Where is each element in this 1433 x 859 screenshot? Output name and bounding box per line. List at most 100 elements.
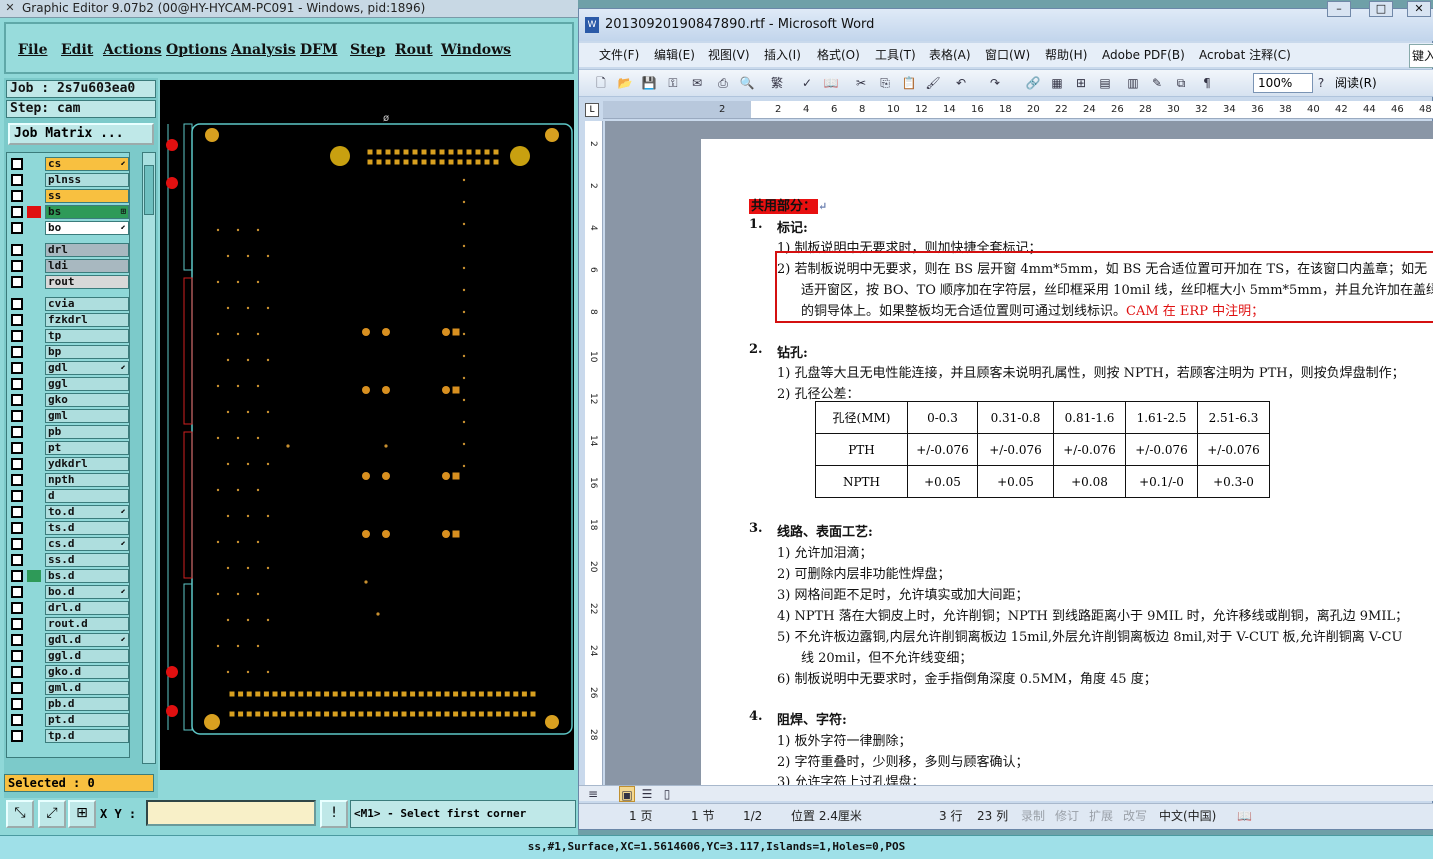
- layer-name[interactable]: bs ⊞: [45, 205, 129, 219]
- layer-checkbox[interactable]: [11, 346, 23, 358]
- layer-name[interactable]: gko: [45, 393, 129, 407]
- zoom-select[interactable]: 100%: [1253, 73, 1313, 93]
- wmenu-edit[interactable]: 编辑(E): [654, 44, 695, 66]
- layer-row[interactable]: gdl.d ⬋: [9, 633, 129, 648]
- layer-name[interactable]: cs.d ⬋: [45, 537, 129, 551]
- menu-actions[interactable]: Actions: [103, 42, 162, 58]
- layer-name[interactable]: pb.d: [45, 697, 129, 711]
- layer-row[interactable]: bp: [9, 345, 129, 360]
- undo-icon[interactable]: ↶: [953, 75, 969, 91]
- layer-row[interactable]: pb.d: [9, 697, 129, 712]
- minimize-icon[interactable]: –: [1327, 1, 1351, 17]
- print-icon[interactable]: ⎙: [715, 75, 731, 91]
- layer-row[interactable]: gko: [9, 393, 129, 408]
- layer-row[interactable]: ldi: [9, 259, 129, 274]
- columns-icon[interactable]: ▥: [1125, 75, 1141, 91]
- layer-checkbox[interactable]: [11, 730, 23, 742]
- layer-checkbox[interactable]: [11, 276, 23, 288]
- layer-name[interactable]: cvia: [45, 297, 129, 311]
- menu-rout[interactable]: Rout: [395, 42, 433, 58]
- wmenu-help[interactable]: 帮助(H): [1045, 44, 1087, 66]
- wmenu-view[interactable]: 视图(V): [708, 44, 750, 66]
- grid-tool-icon[interactable]: ⊞: [68, 800, 96, 828]
- drawing-icon[interactable]: ✎: [1149, 75, 1165, 91]
- wmenu-tools[interactable]: 工具(T): [875, 44, 916, 66]
- layer-name[interactable]: cs ⬋: [45, 157, 129, 171]
- research-icon[interactable]: 📖: [823, 75, 839, 91]
- layer-name[interactable]: fzkdrl: [45, 313, 129, 327]
- layer-checkbox[interactable]: [11, 458, 23, 470]
- layer-name[interactable]: gko.d: [45, 665, 129, 679]
- layer-name[interactable]: ggl.d: [45, 649, 129, 663]
- layer-checkbox[interactable]: [11, 634, 23, 646]
- layer-checkbox[interactable]: [11, 650, 23, 662]
- read-button[interactable]: 阅读(R): [1335, 74, 1377, 92]
- layer-checkbox[interactable]: [11, 522, 23, 534]
- print-layout-icon[interactable]: ▣: [619, 786, 635, 802]
- layer-checkbox[interactable]: [11, 506, 23, 518]
- zoom-tool-icon[interactable]: ⤡: [6, 800, 34, 828]
- layer-name[interactable]: bo ⬋: [45, 221, 129, 235]
- layer-checkbox[interactable]: [11, 682, 23, 694]
- layer-checkbox[interactable]: [11, 698, 23, 710]
- wmenu-insert[interactable]: 插入(I): [764, 44, 801, 66]
- layer-checkbox[interactable]: [11, 666, 23, 678]
- save-icon[interactable]: 💾: [641, 75, 657, 91]
- format-painter-icon[interactable]: 🖌: [925, 75, 941, 91]
- normal-view-icon[interactable]: ≡: [585, 786, 601, 802]
- layer-row[interactable]: rout.d: [9, 617, 129, 632]
- layer-row[interactable]: gml.d: [9, 681, 129, 696]
- layer-row[interactable]: ts.d: [9, 521, 129, 536]
- layer-name[interactable]: gml: [45, 409, 129, 423]
- menu-edit[interactable]: Edit: [61, 42, 93, 58]
- trad-chinese-icon[interactable]: 繁: [769, 75, 785, 91]
- layer-checkbox[interactable]: [11, 260, 23, 272]
- wmenu-adobe-pdf[interactable]: Adobe PDF(B): [1102, 44, 1185, 66]
- layer-checkbox[interactable]: [11, 714, 23, 726]
- layer-checkbox[interactable]: [11, 190, 23, 202]
- tab-selector[interactable]: L: [585, 103, 599, 117]
- layer-row[interactable]: ss: [9, 189, 129, 204]
- layer-checkbox[interactable]: [11, 206, 23, 218]
- layer-name[interactable]: to.d ⬋: [45, 505, 129, 519]
- preview-icon[interactable]: 🔍: [739, 75, 755, 91]
- layer-checkbox[interactable]: [11, 174, 23, 186]
- layer-row[interactable]: gml: [9, 409, 129, 424]
- layer-name[interactable]: drl.d: [45, 601, 129, 615]
- layer-checkbox[interactable]: [11, 362, 23, 374]
- copy-icon[interactable]: ⎘: [877, 75, 893, 91]
- wmenu-file[interactable]: 文件(F): [599, 44, 639, 66]
- layer-name[interactable]: gdl.d ⬋: [45, 633, 129, 647]
- layer-name[interactable]: ldi: [45, 259, 129, 273]
- layer-row[interactable]: bs.d: [9, 569, 129, 584]
- layer-row[interactable]: cvia: [9, 297, 129, 312]
- layer-name[interactable]: ts.d: [45, 521, 129, 535]
- reading-view-icon[interactable]: ▯: [659, 786, 675, 802]
- layer-checkbox[interactable]: [11, 538, 23, 550]
- insert-table-icon[interactable]: ⊞: [1073, 75, 1089, 91]
- layer-checkbox[interactable]: [11, 410, 23, 422]
- menu-dfm[interactable]: DFM: [300, 42, 338, 58]
- layer-row[interactable]: ggl: [9, 377, 129, 392]
- layer-name[interactable]: pt.d: [45, 713, 129, 727]
- layer-row[interactable]: bo.d ⬋: [9, 585, 129, 600]
- help-search-box[interactable]: 键入: [1409, 44, 1433, 68]
- layer-name[interactable]: bp: [45, 345, 129, 359]
- layer-row[interactable]: tp.d: [9, 729, 129, 744]
- layer-row[interactable]: npth: [9, 473, 129, 488]
- layer-checkbox[interactable]: [11, 442, 23, 454]
- status-ovr[interactable]: 改写: [1123, 804, 1147, 828]
- layer-row[interactable]: bs ⊞: [9, 205, 129, 220]
- layer-row[interactable]: drl: [9, 243, 129, 258]
- menu-step[interactable]: Step: [350, 42, 385, 58]
- layer-row[interactable]: gko.d: [9, 665, 129, 680]
- layer-row[interactable]: pt.d: [9, 713, 129, 728]
- layer-name[interactable]: tp: [45, 329, 129, 343]
- layer-checkbox[interactable]: [11, 554, 23, 566]
- paste-icon[interactable]: 📋: [901, 75, 917, 91]
- status-trk[interactable]: 修订: [1055, 804, 1079, 828]
- menu-file[interactable]: File: [18, 42, 47, 58]
- insert-excel-icon[interactable]: ▤: [1097, 75, 1113, 91]
- layer-row[interactable]: tp: [9, 329, 129, 344]
- layer-name[interactable]: pb: [45, 425, 129, 439]
